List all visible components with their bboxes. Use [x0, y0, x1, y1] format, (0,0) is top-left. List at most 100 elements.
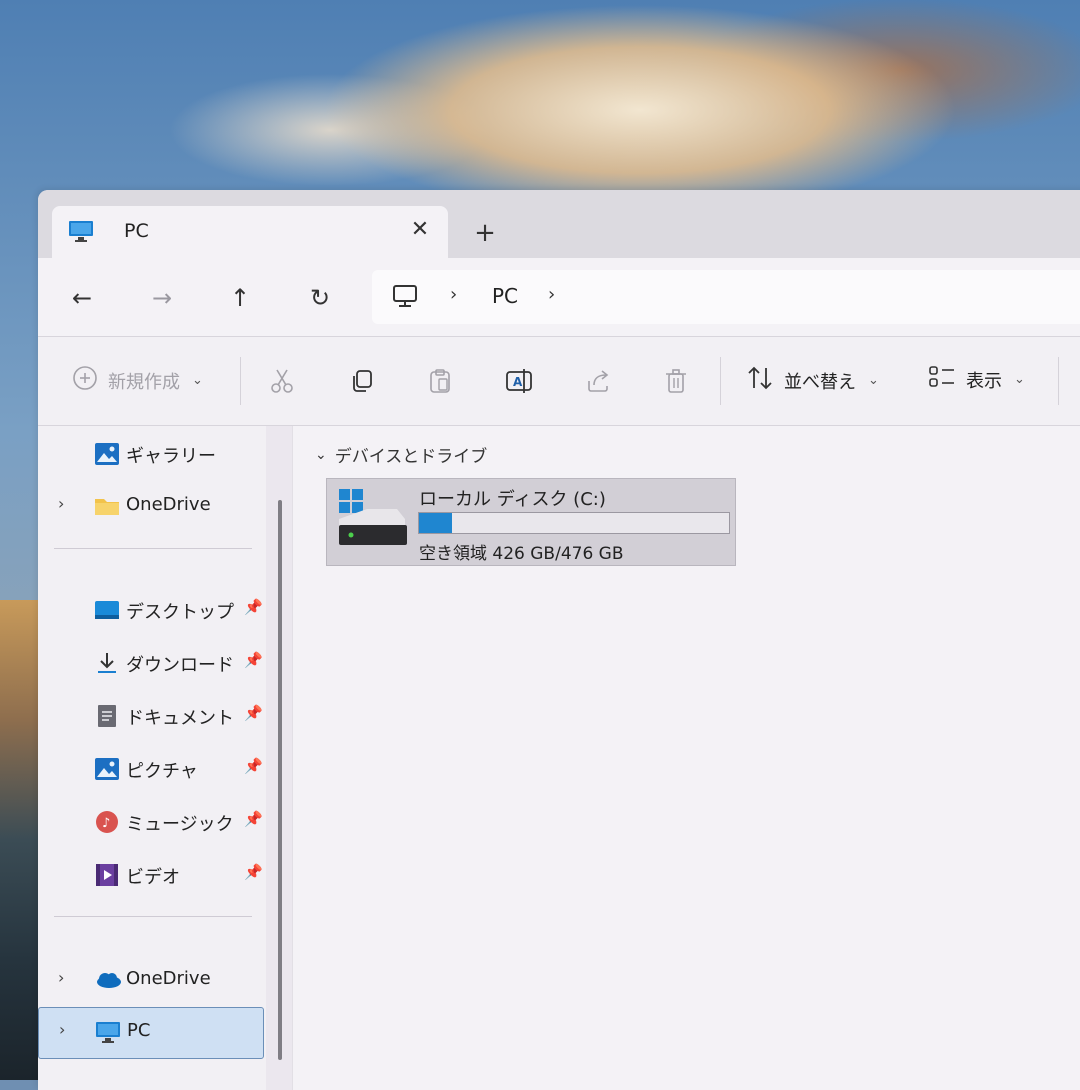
sidebar-divider [54, 916, 252, 917]
chevron-down-icon: ⌄ [192, 373, 203, 388]
tab-pc[interactable]: PC ✕ [52, 206, 448, 258]
drive-tile-c[interactable]: ローカル ディスク (C:) 空き領域 426 GB/476 GB [326, 478, 736, 566]
cut-button[interactable] [268, 367, 296, 395]
gallery-icon [94, 442, 120, 466]
sidebar-item-desktop[interactable]: デスクトップ 📌 [38, 586, 266, 634]
document-icon [94, 704, 120, 728]
sidebar-divider [54, 548, 252, 549]
plus-circle-icon [72, 365, 98, 396]
toolbar-separator [1058, 357, 1059, 405]
pin-icon[interactable]: 📌 [244, 810, 263, 828]
svg-text:♪: ♪ [102, 816, 110, 831]
paste-button[interactable] [426, 367, 454, 395]
sidebar-item-label: ビデオ [126, 867, 180, 888]
sidebar-item-pc[interactable]: › PC [38, 1007, 264, 1059]
forward-button[interactable]: → [144, 280, 180, 316]
sidebar-item-music[interactable]: ♪ ミュージック 📌 [38, 798, 266, 846]
pin-icon[interactable]: 📌 [244, 651, 263, 669]
up-button[interactable]: ↑ [222, 280, 258, 316]
sidebar-item-label: OneDrive [126, 968, 211, 989]
command-bar: 新規作成 ⌄ A 並べ替え ⌄ 表示 ⌄ [38, 337, 1080, 425]
sidebar-scrollbar[interactable] [278, 500, 282, 1060]
drive-name: ローカル ディスク (C:) [419, 489, 606, 510]
file-explorer-window: PC ✕ + ← → ↑ ↻ › PC › 新規作成 ⌄ A 並べ替え ⌄ 表示… [38, 190, 1080, 1090]
sidebar-item-onedrive-folder[interactable]: › OneDrive [38, 482, 266, 530]
chevron-down-icon: ⌄ [1014, 372, 1025, 387]
drive-usage-bar [418, 512, 730, 534]
tab-bar: PC ✕ + [38, 190, 1080, 258]
pin-icon[interactable]: 📌 [244, 704, 263, 722]
sidebar-item-documents[interactable]: ドキュメント 📌 [38, 692, 266, 740]
download-icon [94, 651, 120, 675]
monitor-icon [68, 219, 94, 247]
sidebar-item-label: ドキュメント [126, 708, 234, 729]
toolbar-separator [240, 357, 241, 405]
sidebar-item-label: ミュージック [126, 814, 234, 835]
sort-button-label: 並べ替え [784, 371, 856, 393]
file-list-pane: ⌄ デバイスとドライブ ローカル ディスク (C:) 空き領域 426 GB/4… [292, 426, 1080, 1090]
monitor-icon [95, 1020, 121, 1044]
tab-title: PC [124, 220, 149, 242]
sort-icon [746, 365, 774, 396]
sort-button[interactable]: 並べ替え ⌄ [746, 365, 879, 396]
chevron-right-icon[interactable]: › [59, 1020, 65, 1039]
toolbar-separator [720, 357, 721, 405]
sidebar-item-gallery[interactable]: ギャラリー [38, 430, 266, 478]
trash-icon [666, 369, 686, 393]
sidebar-item-label: ダウンロード [126, 655, 234, 676]
sidebar-item-videos[interactable]: ビデオ 📌 [38, 851, 266, 899]
sidebar-item-label: ギャラリー [126, 446, 216, 467]
desktop-icon [94, 598, 120, 622]
svg-text:A: A [513, 375, 523, 389]
pin-icon[interactable]: 📌 [244, 863, 263, 881]
delete-button[interactable] [662, 367, 690, 395]
sidebar-item-label: PC [127, 1020, 151, 1041]
local-disk-icon [337, 487, 409, 557]
drive-usage-fill [419, 513, 452, 533]
sidebar-item-label: OneDrive [126, 494, 211, 515]
pin-icon[interactable]: 📌 [244, 757, 263, 775]
breadcrumb-pc[interactable]: PC [492, 284, 518, 308]
pin-icon[interactable]: 📌 [244, 598, 263, 616]
sidebar-item-downloads[interactable]: ダウンロード 📌 [38, 639, 266, 687]
chevron-down-icon: ⌄ [315, 446, 327, 463]
view-button-label: 表示 [966, 370, 1002, 392]
drive-free-space: 空き領域 426 GB/476 GB [419, 544, 624, 564]
refresh-button[interactable]: ↻ [302, 280, 338, 316]
back-button[interactable]: ← [64, 280, 100, 316]
sidebar-item-label: デスクトップ [126, 602, 234, 623]
new-button-label: 新規作成 [108, 371, 180, 393]
clipboard-icon [430, 369, 450, 393]
pictures-icon [94, 757, 120, 781]
scissors-icon [271, 369, 293, 393]
sidebar-item-label: ピクチャ [126, 761, 198, 782]
copy-button[interactable] [348, 367, 376, 395]
breadcrumb-separator[interactable]: › [450, 284, 457, 305]
chevron-down-icon: ⌄ [868, 373, 879, 388]
sidebar-item-pictures[interactable]: ピクチャ 📌 [38, 745, 266, 793]
breadcrumb-separator[interactable]: › [548, 284, 555, 305]
view-button[interactable]: 表示 ⌄ [928, 365, 1025, 394]
navigation-bar: ← → ↑ ↻ › PC › [38, 258, 1080, 336]
folder-icon [94, 494, 120, 518]
group-header-label: デバイスとドライブ [334, 447, 488, 467]
sidebar-item-onedrive[interactable]: › OneDrive [38, 956, 266, 1004]
copy-icon [353, 370, 372, 392]
group-header-devices[interactable]: ⌄ デバイスとドライブ [315, 442, 488, 468]
share-icon [588, 370, 609, 392]
video-icon [94, 863, 120, 887]
address-bar[interactable]: › PC › [372, 270, 1080, 324]
rename-button[interactable]: A [504, 367, 534, 395]
monitor-outline-icon [392, 283, 418, 313]
chevron-right-icon[interactable]: › [58, 494, 64, 513]
cloud-icon [94, 968, 121, 992]
close-tab-icon[interactable]: ✕ [406, 216, 434, 244]
navigation-pane: ギャラリー › OneDrive デスクトップ 📌 ダウンロード 📌 ドキュメン… [38, 426, 266, 1090]
chevron-right-icon[interactable]: › [58, 968, 64, 987]
view-list-icon [928, 365, 956, 394]
music-icon: ♪ [94, 810, 120, 834]
share-button[interactable] [584, 367, 612, 395]
rename-icon: A [506, 369, 532, 393]
new-button[interactable]: 新規作成 ⌄ [72, 365, 203, 396]
new-tab-button[interactable]: + [470, 218, 500, 248]
